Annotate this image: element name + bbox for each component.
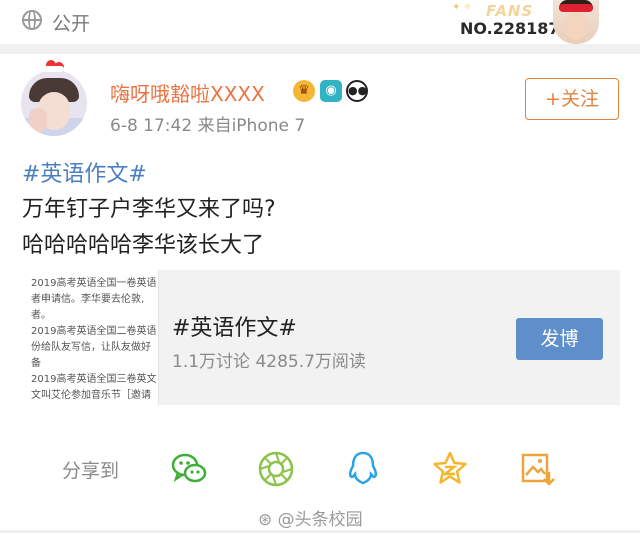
author-name[interactable]: 嗨呀哦豁啦XXXX (110, 78, 265, 107)
watermark-text: 头条校园 (294, 510, 363, 530)
vip-crown-icon[interactable]: ♛ (293, 80, 315, 102)
timestamp: 6-8 17:42 (110, 116, 193, 136)
camera-icon[interactable]: ◉ (320, 80, 342, 102)
top-bar: 公开 ✦ ✧ FANS NO.228187 (0, 0, 640, 44)
fans-badge[interactable]: ✦ ✧ FANS NO.228187 (450, 0, 640, 44)
thumbnail-text: 者申请信。李华要去伦敦, (31, 294, 145, 305)
topic-card[interactable]: 2019高考英语全国一卷英语 者申请信。李华要去伦敦, 者。 2019高考英语全… (22, 270, 620, 405)
topic-stats: 1.1万讨论 4285.7万阅读 (172, 347, 366, 372)
hashtag-link[interactable]: #英语作文# (22, 156, 147, 188)
thumbnail-text: 2019高考英语全国二卷英语 (31, 326, 157, 337)
discussion-count: 1.1万讨论 (172, 352, 251, 372)
avatar[interactable] (21, 70, 87, 136)
fans-word: FANS (486, 2, 534, 20)
visibility-label: 公开 (52, 13, 91, 35)
source-prefix: 来自 (197, 116, 232, 136)
thumbnail-text: 者。 (31, 310, 51, 321)
post-text-line: 哈哈哈哈哈李华该长大了 (22, 233, 265, 258)
post-meta: 6-8 17:42 来自iPhone 7 (110, 111, 305, 136)
panda-icon[interactable]: ●● (346, 80, 368, 102)
globe-icon (22, 10, 42, 30)
section-divider (0, 44, 640, 54)
thumbnail-text: 2019高考英语全国三卷英文 (31, 374, 157, 385)
post-text-line: 万年钉子户李华又来了吗? (22, 197, 276, 222)
topic-title[interactable]: #英语作文# (172, 310, 297, 342)
post-to-topic-button[interactable]: 发博 (516, 318, 603, 360)
qzone-icon[interactable] (431, 450, 469, 488)
read-count: 4285.7万阅读 (255, 352, 366, 372)
thumbnail-text: 备 (31, 358, 41, 369)
watermark: ⊛ @头条校园 (258, 505, 363, 530)
moments-icon[interactable] (257, 450, 295, 488)
wechat-icon[interactable] (170, 450, 208, 488)
avatar-decoration-icon (40, 60, 68, 78)
topic-thumbnail: 2019高考英语全国一卷英语 者申请信。李华要去伦敦, 者。 2019高考英语全… (22, 270, 159, 405)
device-name[interactable]: iPhone 7 (232, 116, 306, 136)
thumbnail-text: 文叫艾伦参加音乐节［邀请 (31, 390, 151, 401)
share-label: 分享到 (62, 460, 120, 482)
thumbnail-text: 2019高考英语全国一卷英语 (31, 278, 157, 289)
fans-avatar (553, 0, 599, 44)
save-image-icon[interactable] (518, 450, 556, 488)
sparkle-icon: ✦ ✧ (452, 2, 472, 13)
weibo-logo-icon: ⊛ @ (258, 510, 295, 530)
qq-icon[interactable] (344, 450, 382, 488)
follow-button[interactable]: +关注 (525, 78, 619, 120)
thumbnail-text: 份给队友写信，让队友做好 (31, 342, 151, 353)
fans-number: NO.228187 (460, 19, 560, 38)
